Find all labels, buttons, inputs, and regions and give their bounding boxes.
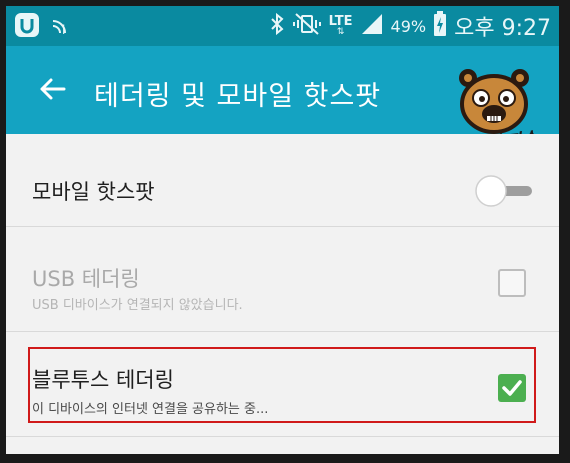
wifi-calling-icon: i xyxy=(50,13,74,41)
setting-usb-tethering: USB 테더링 USB 디바이스가 연결되지 않았습니다. xyxy=(6,227,559,331)
app-u-icon xyxy=(14,12,40,42)
vibrate-mute-icon xyxy=(292,12,322,40)
setting-summary: USB 디바이스가 연결되지 않았습니다. xyxy=(32,298,243,313)
page-title: 테더링 및 모바일 핫스팟 xyxy=(94,81,382,112)
setting-mobile-hotspot[interactable]: 모바일 핫스팟 xyxy=(6,134,559,226)
setting-label: 모바일 핫스팟 xyxy=(32,180,155,204)
mobile-hotspot-switch[interactable] xyxy=(474,174,534,208)
clock: 오후 9:27 xyxy=(454,16,551,41)
screen: i LTE ⇅ 49% 오후 9:27 테더링 및 모바일 핫스팟 모바일 핫스… xyxy=(6,6,559,454)
back-arrow-icon xyxy=(40,78,66,100)
highlight-box xyxy=(28,347,536,423)
setting-label: USB 테더링 xyxy=(32,267,140,291)
back-button[interactable] xyxy=(36,72,70,106)
status-bar: i LTE ⇅ 49% 오후 9:27 xyxy=(6,6,559,46)
battery-percent: 49% xyxy=(390,16,427,36)
lte-icon: LTE ⇅ xyxy=(328,14,353,37)
svg-text:i: i xyxy=(62,23,65,37)
bluetooth-icon xyxy=(269,12,285,40)
usb-tethering-checkbox xyxy=(498,269,526,297)
battery-charging-icon xyxy=(433,11,447,41)
app-bar: 테더링 및 모바일 핫스팟 xyxy=(6,46,559,134)
signal-icon xyxy=(360,12,384,40)
divider xyxy=(6,436,559,437)
